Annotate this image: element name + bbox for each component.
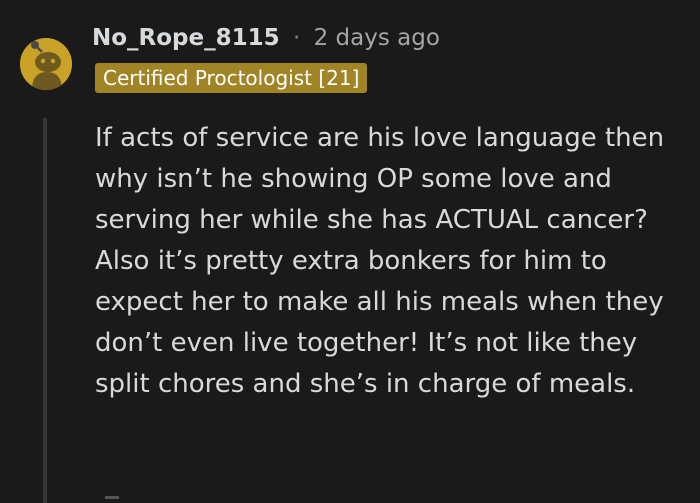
username-link[interactable]: No_Rope_8115: [92, 25, 280, 51]
header-separator: ·: [292, 25, 301, 51]
thread-collapse-line[interactable]: [43, 118, 47, 503]
comment-header: No_Rope_8115 · 2 days ago: [92, 22, 440, 54]
comment-text: If acts of service are his love language…: [95, 123, 665, 399]
comment: No_Rope_8115 · 2 days ago Certified Proc…: [0, 0, 700, 503]
user-avatar[interactable]: [20, 38, 72, 90]
comment-timestamp[interactable]: 2 days ago: [314, 25, 440, 51]
next-comment-hint: [105, 496, 119, 503]
user-flair: Certified Proctologist [21]: [95, 63, 368, 93]
snoo-avatar-icon: [20, 38, 72, 90]
comment-body: If acts of service are his love language…: [95, 118, 685, 405]
